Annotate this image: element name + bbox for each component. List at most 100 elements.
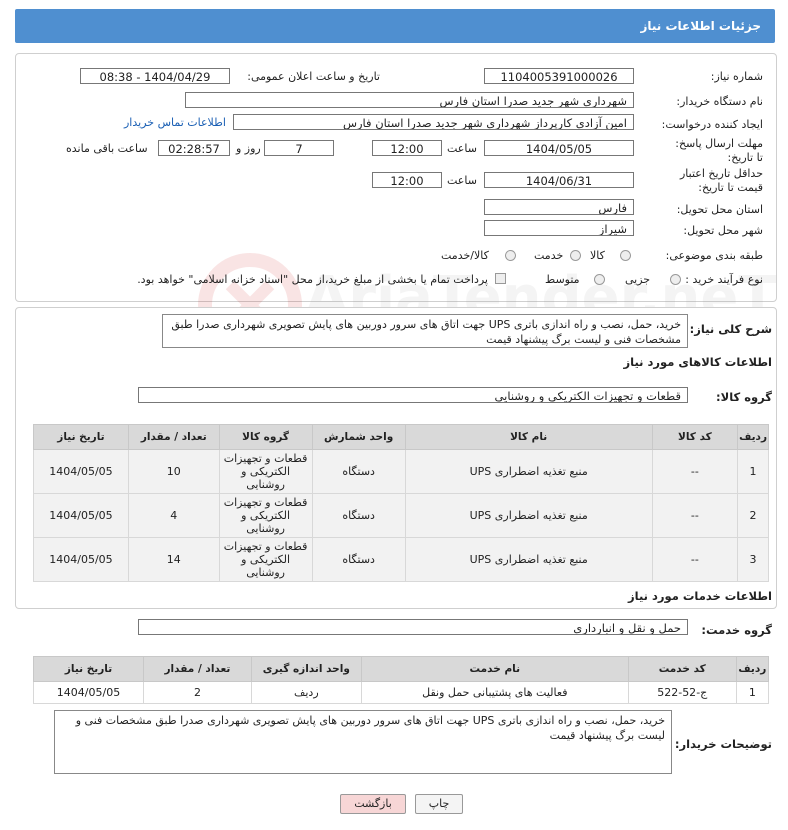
requester-field: امین آزادی کارپرداز شهرداری شهر جدید صدر… [233,114,634,130]
deadline-time-label: ساعت [447,142,477,155]
purchase-option-minor: جزیی [625,273,651,286]
goods-cell-row: 3 [737,537,769,582]
back-button[interactable]: بازگشت [340,794,406,814]
goods-cell-date: 1404/05/05 [33,449,129,494]
goods-cell-group: قطعات و تجهیزات الکتریکی و روشنایی [218,449,313,494]
goods-cell-row: 1 [737,449,769,494]
goods-col-code: کد کالا [651,424,739,450]
goods-table: ردیف کد کالا نام کالا واحد شمارش گروه کا… [33,424,769,582]
deadline-date-field: 1404/05/05 [484,140,634,156]
city-field: شیراز [484,220,634,236]
deadline-time-field: 12:00 [372,140,442,156]
goods-cell-unit: دستگاه [311,537,406,582]
goods-cell-qty: 10 [127,449,220,494]
category-radio-both[interactable] [505,250,516,261]
goods-cell-group: قطعات و تجهیزات الکتریکی و روشنایی [218,537,313,582]
goods-col-unit: واحد شمارش [311,424,406,450]
treasury-payment-note: پرداخت تمام یا بخشی از مبلغ خرید،از محل … [137,273,488,286]
services-table-header: ردیف کد خدمت نام خدمت واحد اندازه گیری ت… [32,656,770,682]
days-field: 7 [264,140,334,156]
print-button[interactable]: چاپ [415,794,463,814]
page-header: جزئیات اطلاعات نیاز [15,9,775,43]
summary-textarea[interactable]: خرید، حمل، نصب و راه اندازی باتری UPS جه… [162,314,688,348]
validity-date-field: 1404/06/31 [484,172,634,188]
announce-field: 1404/04/29 - 08:38 [80,68,230,84]
goods-col-date: تاریخ نیاز [33,424,129,450]
validity-time-field: 12:00 [372,172,442,188]
buyer-contact-link[interactable]: اطلاعات تماس خریدار [124,116,226,129]
services-col-date: تاریخ نیاز [32,656,145,682]
buyer-org-label: نام دستگاه خریدار: [676,95,763,108]
services-table: ردیف کد خدمت نام خدمت واحد اندازه گیری ت… [32,656,770,704]
goods-cell-row: 2 [737,493,769,538]
goods-cell-code: -- [651,449,739,494]
goods-cell-date: 1404/05/05 [33,493,129,538]
goods-col-row: ردیف [737,424,769,450]
goods-col-qty: تعداد / مقدار [127,424,220,450]
page-title: جزئیات اطلاعات نیاز [640,19,761,33]
goods-cell-unit: دستگاه [311,449,406,494]
buyer-notes-label: توضیحات خریدار: [674,737,772,751]
goods-section-title: اطلاعات کالاهای مورد نیاز [623,355,772,369]
services-cell-name: فعالیت های پشتیبانی حمل ونقل [360,681,629,704]
services-col-row: ردیف [735,656,770,682]
requester-label: ایجاد کننده درخواست: [661,118,763,131]
goods-cell-qty: 4 [127,493,220,538]
days-label: روز و [236,142,261,155]
need-number-label: شماره نیاز: [710,70,763,83]
table-row: 1 -- منبع تغذیه اضطراری UPS دستگاه قطعات… [33,449,769,494]
goods-cell-date: 1404/05/05 [33,537,129,582]
province-label: استان محل تحویل: [676,203,763,216]
treasury-payment-checkbox[interactable] [495,273,506,284]
purchase-type-label: نوع فرآیند خرید : [685,273,763,286]
city-label: شهر محل تحویل: [683,224,763,237]
goods-cell-code: -- [651,493,739,538]
services-cell-date: 1404/05/05 [32,681,145,704]
services-cell-qty: 2 [143,681,252,704]
services-group-field: حمل و نقل و انبارداری [138,619,688,635]
services-col-qty: تعداد / مقدار [143,656,252,682]
remaining-label: ساعت باقی مانده [66,142,148,155]
table-row: 1 ج-52-522 فعالیت های پشتیبانی حمل ونقل … [32,681,770,704]
goods-cell-name: منبع تغذیه اضطراری UPS [404,449,653,494]
table-row: 2 -- منبع تغذیه اضطراری UPS دستگاه قطعات… [33,493,769,538]
goods-col-group: گروه کالا [218,424,313,450]
need-number-field: 1104005391000026 [484,68,634,84]
goods-group-field: قطعات و تجهیزات الکتریکی و روشنایی [138,387,688,403]
announce-label: تاریخ و ساعت اعلان عمومی: [247,70,380,83]
buyer-org-field: شهرداری شهر جدید صدرا استان فارس [185,92,634,108]
goods-cell-name: منبع تغذیه اضطراری UPS [404,537,653,582]
services-cell-code: ج-52-522 [627,681,737,704]
goods-group-label: گروه کالا: [716,390,772,404]
validity-time-label: ساعت [447,174,477,187]
purchase-option-medium: متوسط [545,273,580,286]
remaining-time-field: 02:28:57 [158,140,230,156]
category-option-goods: کالا [590,249,605,262]
purchase-radio-minor[interactable] [670,274,681,285]
services-col-unit: واحد اندازه گیری [250,656,362,682]
services-col-name: نام خدمت [360,656,629,682]
purchase-radio-medium[interactable] [594,274,605,285]
goods-cell-unit: دستگاه [311,493,406,538]
table-row: 3 -- منبع تغذیه اضطراری UPS دستگاه قطعات… [33,537,769,582]
goods-cell-group: قطعات و تجهیزات الکتریکی و روشنایی [218,493,313,538]
category-radio-goods[interactable] [620,250,631,261]
category-option-both: کالا/خدمت [441,249,489,262]
services-section-title: اطلاعات خدمات مورد نیاز [628,589,772,603]
services-group-label: گروه خدمت: [701,623,772,637]
category-label: طبقه بندی موضوعی: [665,249,763,262]
summary-label: شرح کلی نیاز: [689,322,772,336]
buyer-notes-textarea[interactable]: خرید، حمل، نصب و راه اندازی باتری UPS جه… [54,710,672,774]
goods-table-header: ردیف کد کالا نام کالا واحد شمارش گروه کا… [33,424,769,450]
goods-cell-name: منبع تغذیه اضطراری UPS [404,493,653,538]
goods-cell-qty: 14 [127,537,220,582]
category-option-service: خدمت [534,249,564,262]
validity-label: حداقل تاریخ اعتبار قیمت تا تاریخ: [679,167,763,194]
deadline-label: مهلت ارسال پاسخ: تا تاریخ: [675,137,763,164]
province-field: فارس [484,199,634,215]
services-col-code: کد خدمت [627,656,737,682]
goods-cell-code: -- [651,537,739,582]
category-radio-service[interactable] [570,250,581,261]
services-cell-row: 1 [735,681,770,704]
services-cell-unit: ردیف [250,681,362,704]
